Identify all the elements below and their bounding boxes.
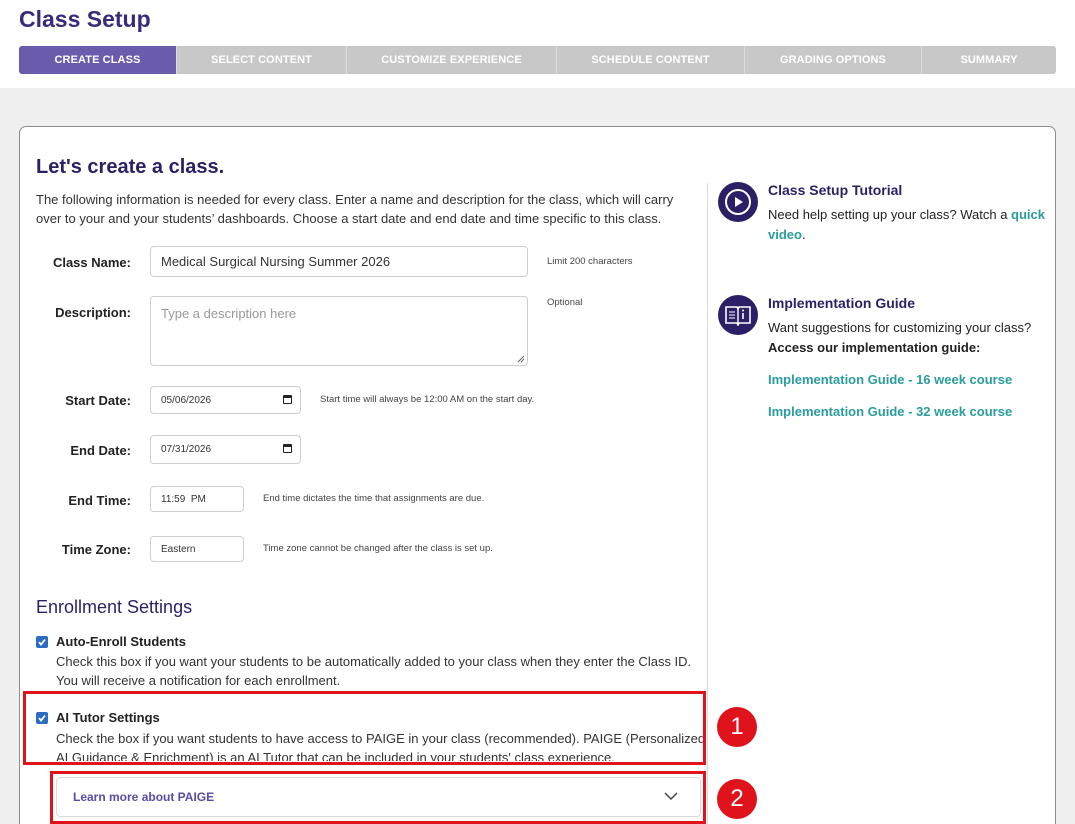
- step-customize-experience[interactable]: CUSTOMIZE EXPERIENCE: [347, 46, 557, 74]
- tutorial-text-before: Need help setting up your class? Watch a: [768, 207, 1012, 222]
- column-divider: [707, 183, 708, 823]
- guide-title: Implementation Guide: [768, 295, 916, 311]
- annotation-badge-1: 1: [717, 707, 757, 747]
- step-grading-options[interactable]: GRADING OPTIONS: [745, 46, 922, 74]
- step-summary[interactable]: SUMMARY: [922, 46, 1056, 74]
- description-textarea[interactable]: Type a description here: [150, 296, 528, 366]
- end-date-input[interactable]: 07/31/2026: [150, 435, 301, 464]
- start-date-value: 05/06/2026: [161, 394, 212, 406]
- highlight-box-learn-more: [50, 771, 706, 824]
- tutorial-title: Class Setup Tutorial: [768, 182, 903, 198]
- tutorial-text-line2: video.: [768, 225, 806, 245]
- play-video-icon[interactable]: [718, 182, 758, 222]
- guide-text-bold: Access our implementation guide:: [768, 340, 981, 355]
- quick-video-link-part2[interactable]: video: [768, 227, 802, 242]
- start-date-input[interactable]: 05/06/2026: [150, 386, 301, 414]
- highlight-box-ai-tutor: [23, 691, 706, 765]
- tutorial-text: Need help setting up your class? Watch a…: [768, 205, 1045, 225]
- end-time-label: End Time:: [68, 493, 131, 508]
- description-label: Description:: [55, 305, 131, 320]
- auto-enroll-checkbox[interactable]: [36, 636, 48, 648]
- end-date-label: End Date:: [70, 443, 131, 458]
- auto-enroll-title: Auto-Enroll Students: [56, 634, 186, 649]
- end-date-value: 07/31/2026: [161, 444, 212, 455]
- guide-text: Want suggestions for customizing your cl…: [768, 320, 1032, 335]
- step-schedule-content[interactable]: SCHEDULE CONTENT: [557, 46, 745, 74]
- page-title: Class Setup: [19, 6, 151, 32]
- form-heading: Let's create a class.: [36, 156, 225, 178]
- description-hint: Optional: [547, 297, 583, 308]
- time-zone-hint: Time zone cannot be changed after the cl…: [263, 543, 493, 554]
- enrollment-settings-title: Enrollment Settings: [36, 597, 193, 617]
- description-placeholder: Type a description here: [161, 306, 297, 321]
- auto-enroll-desc-2: You will receive a notification for each…: [56, 673, 341, 688]
- step-progress-bar: CREATE CLASS SELECT CONTENT CUSTOMIZE EX…: [19, 46, 1056, 74]
- auto-enroll-desc-1: Check this box if you want your students…: [56, 654, 692, 669]
- form-intro: The following information is needed for …: [36, 192, 674, 226]
- annotation-badge-2: 2: [717, 779, 757, 819]
- tutorial-text-after: .: [801, 227, 806, 242]
- end-time-input[interactable]: 11:59 PM: [150, 486, 244, 512]
- class-name-input[interactable]: Medical Surgical Nursing Summer 2026: [150, 246, 528, 277]
- time-zone-input[interactable]: Eastern: [150, 536, 244, 562]
- end-time-hint: End time dictates the time that assignme…: [263, 493, 485, 504]
- book-icon: [718, 295, 758, 335]
- header-bar: Class Setup CREATE CLASS SELECT CONTENT …: [0, 0, 1075, 88]
- start-date-label: Start Date:: [65, 393, 131, 408]
- quick-video-link-part1[interactable]: quick: [1011, 207, 1045, 222]
- time-zone-label: Time Zone:: [61, 542, 131, 557]
- class-name-label: Class Name:: [52, 255, 131, 270]
- step-select-content[interactable]: SELECT CONTENT: [177, 46, 347, 74]
- checkmark-icon: [38, 638, 46, 646]
- class-name-hint: Limit 200 characters: [547, 256, 633, 267]
- resize-handle-icon[interactable]: [517, 355, 525, 363]
- calendar-icon[interactable]: [283, 444, 292, 453]
- guide-link-16-week[interactable]: Implementation Guide - 16 week course: [768, 372, 1012, 387]
- step-create-class[interactable]: CREATE CLASS: [19, 46, 177, 74]
- calendar-icon[interactable]: [283, 395, 292, 404]
- start-date-hint: Start time will always be 12:00 AM on th…: [320, 394, 535, 405]
- guide-link-32-week[interactable]: Implementation Guide - 32 week course: [768, 404, 1012, 419]
